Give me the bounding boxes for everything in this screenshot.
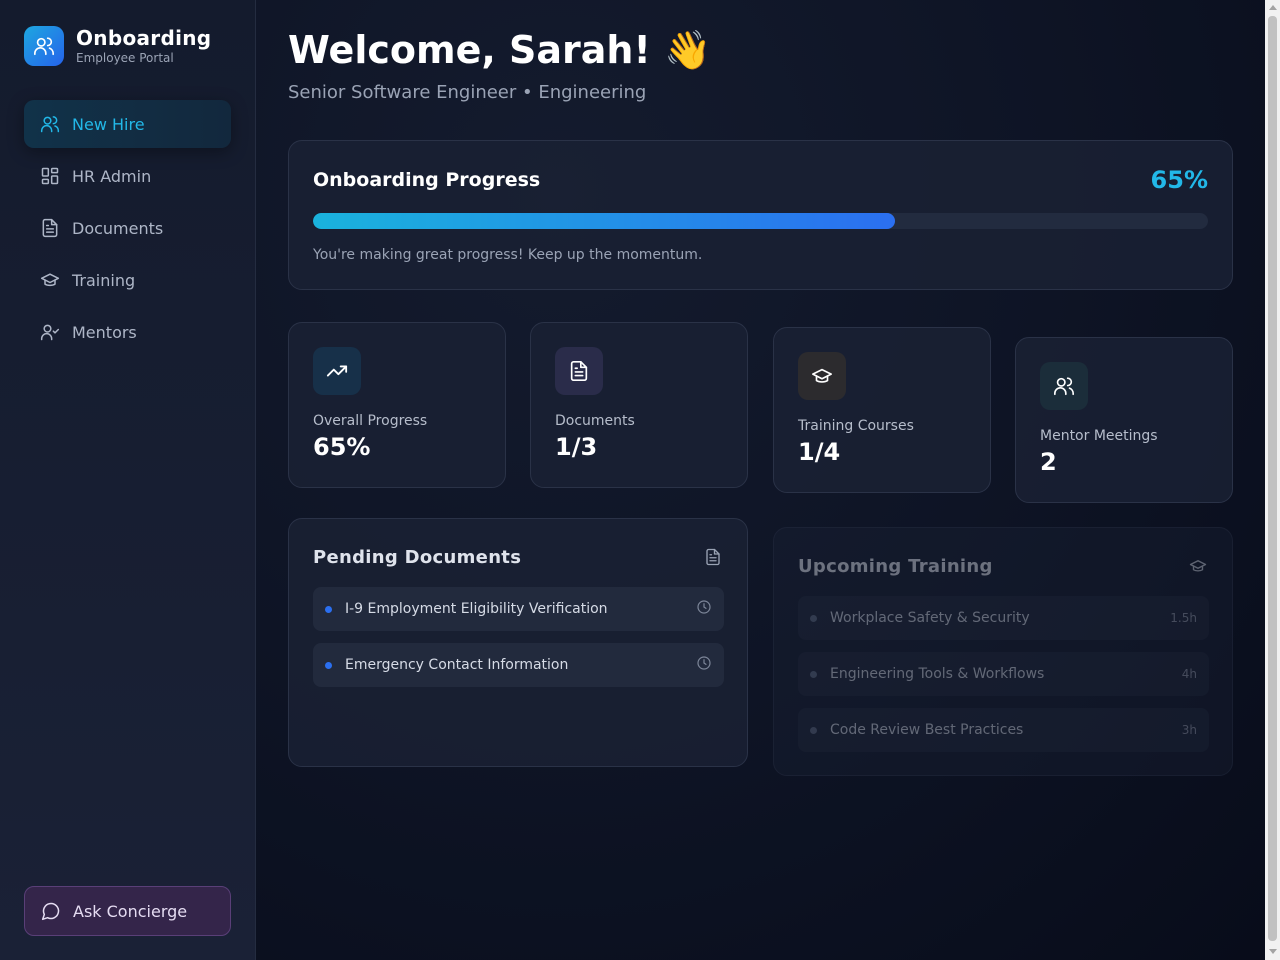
sidebar-item-label: New Hire xyxy=(72,114,145,134)
training-label: Engineering Tools & Workflows xyxy=(830,666,1045,682)
pending-document-label: Emergency Contact Information xyxy=(345,657,569,673)
stat-card-documents: Documents 1/3 xyxy=(530,322,748,488)
training-item[interactable]: Workplace Safety & Security 1.5h xyxy=(798,596,1209,640)
pending-documents-card: Pending Documents I-9 Employment Eligibi… xyxy=(288,518,748,767)
sidebar-item-training[interactable]: Training xyxy=(24,256,231,304)
training-duration: 3h xyxy=(1181,723,1197,737)
pending-document-label: I-9 Employment Eligibility Verification xyxy=(345,601,608,617)
clock-icon xyxy=(696,655,712,675)
trending-up-icon xyxy=(313,347,361,395)
training-label: Code Review Best Practices xyxy=(830,722,1024,738)
sidebar-item-mentors[interactable]: Mentors xyxy=(24,308,231,356)
progress-title: Onboarding Progress xyxy=(313,169,541,191)
progress-message: You're making great progress! Keep up th… xyxy=(313,247,703,263)
grid-icon xyxy=(40,166,60,186)
document-icon xyxy=(703,547,723,567)
scroll-up-arrow[interactable] xyxy=(1269,5,1277,10)
user-check-icon xyxy=(40,322,60,342)
scroll-down-arrow[interactable] xyxy=(1269,949,1277,954)
status-dot xyxy=(810,614,817,622)
stat-value: 65% xyxy=(313,433,371,461)
training-item[interactable]: Code Review Best Practices 3h xyxy=(798,708,1209,752)
users-icon xyxy=(40,114,60,134)
status-dot xyxy=(325,661,332,669)
training-item[interactable]: Engineering Tools & Workflows 4h xyxy=(798,652,1209,696)
progress-bar xyxy=(313,213,1208,229)
chat-bubble-icon xyxy=(41,901,61,921)
stat-label: Overall Progress xyxy=(313,413,428,429)
upcoming-training-title: Upcoming Training xyxy=(798,556,993,577)
graduation-cap-icon xyxy=(798,352,846,400)
brand-subtitle: Employee Portal xyxy=(76,51,174,65)
clock-icon xyxy=(696,599,712,619)
stat-card-overall-progress: Overall Progress 65% xyxy=(288,322,506,488)
upcoming-training-card: Upcoming Training Workplace Safety & Sec… xyxy=(773,527,1233,776)
pending-document-item[interactable]: Emergency Contact Information xyxy=(313,643,724,687)
status-dot xyxy=(810,726,817,734)
graduation-cap-icon xyxy=(1188,556,1208,576)
training-duration: 1.5h xyxy=(1170,611,1197,625)
pending-documents-title: Pending Documents xyxy=(313,547,522,568)
sidebar-item-hr-admin[interactable]: HR Admin xyxy=(24,152,231,200)
status-dot xyxy=(810,670,817,678)
training-duration: 4h xyxy=(1181,667,1197,681)
stat-label: Documents xyxy=(555,413,635,429)
stat-label: Mentor Meetings xyxy=(1040,428,1158,444)
welcome-heading: Welcome, Sarah! 👋 xyxy=(288,28,712,72)
stat-value: 2 xyxy=(1040,448,1057,476)
sidebar-item-new-hire[interactable]: New Hire xyxy=(24,100,231,148)
ask-concierge-button[interactable]: Ask Concierge xyxy=(24,886,231,936)
progress-percent: 65% xyxy=(1150,166,1208,194)
stat-value: 1/4 xyxy=(798,438,841,466)
sidebar-item-label: Training xyxy=(72,270,136,290)
pending-document-item[interactable]: I-9 Employment Eligibility Verification xyxy=(313,587,724,631)
scrollbar-thumb[interactable] xyxy=(1268,16,1277,941)
training-label: Workplace Safety & Security xyxy=(830,610,1030,626)
graduation-cap-icon xyxy=(40,270,60,290)
main-content: Welcome, Sarah! 👋 Senior Software Engine… xyxy=(256,0,1265,960)
brand-title: Onboarding xyxy=(76,26,212,50)
stat-card-training-courses: Training Courses 1/4 xyxy=(773,327,991,493)
sidebar-item-label: HR Admin xyxy=(72,166,152,186)
onboarding-progress-card: Onboarding Progress 65% You're making gr… xyxy=(288,140,1233,290)
brand: Onboarding Employee Portal xyxy=(24,26,211,66)
stat-card-mentor-meetings: Mentor Meetings 2 xyxy=(1015,337,1233,503)
sidebar-nav: New Hire HR Admin Documents Training Men… xyxy=(24,100,231,360)
page-scrollbar[interactable] xyxy=(1265,0,1280,960)
document-icon xyxy=(555,347,603,395)
ask-concierge-label: Ask Concierge xyxy=(73,901,188,921)
sidebar-item-label: Mentors xyxy=(72,322,137,342)
document-icon xyxy=(40,218,60,238)
sidebar-item-label: Documents xyxy=(72,218,164,238)
status-dot xyxy=(325,605,332,613)
stat-label: Training Courses xyxy=(798,418,914,434)
role-subtitle: Senior Software Engineer • Engineering xyxy=(288,82,647,103)
sidebar: Onboarding Employee Portal New Hire HR A… xyxy=(0,0,256,960)
users-icon xyxy=(24,26,64,66)
progress-bar-fill xyxy=(313,213,895,229)
users-icon xyxy=(1040,362,1088,410)
stat-value: 1/3 xyxy=(555,433,598,461)
sidebar-item-documents[interactable]: Documents xyxy=(24,204,231,252)
